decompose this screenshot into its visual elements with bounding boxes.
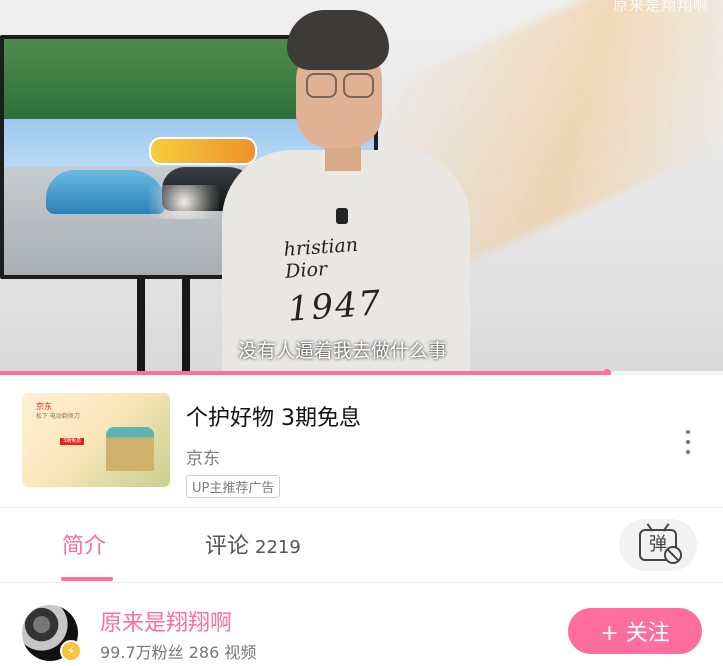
- content-tabs: 简介 评论 2219: [0, 508, 723, 583]
- ad-image-subtitle: 松下 电动剃须刀: [36, 413, 80, 420]
- danmaku-toggle-button[interactable]: 弹: [619, 519, 697, 571]
- video-watermark: 原来是翔翔啊: [612, 0, 709, 14]
- uploader-stats: 99.7万粉丝 286 视频: [100, 643, 257, 662]
- uploader-name[interactable]: 原来是翔翔啊: [100, 605, 232, 637]
- speaker: hristian Dior 1947: [210, 10, 480, 375]
- ad-image-badge: 3期免息: [60, 438, 84, 445]
- sponsored-ad[interactable]: 京东 松下 电动剃须刀 3期免息 个护好物 3期免息 京东 UP主推荐广告: [0, 375, 723, 508]
- verified-icon: ⚡: [60, 640, 82, 662]
- active-tab-indicator: [61, 577, 113, 581]
- danmaku-icon: 弹: [639, 529, 682, 564]
- ad-source: 京东: [186, 449, 220, 469]
- ad-product-image[interactable]: 京东 松下 电动剃须刀 3期免息: [22, 393, 170, 487]
- tab-intro[interactable]: 简介: [62, 528, 106, 560]
- more-options-icon[interactable]: [684, 430, 692, 454]
- speaker-hair: [287, 10, 389, 70]
- comment-count: 2219: [255, 537, 301, 558]
- danmaku-off-icon: [664, 546, 682, 564]
- lapel-microphone: [336, 208, 348, 224]
- ad-title[interactable]: 个护好物 3期免息: [186, 400, 361, 432]
- video-subtitle: 没有人逼着我去做什么事: [238, 340, 448, 362]
- tab-intro-label: 简介: [62, 534, 107, 559]
- ad-tag: UP主推荐广告: [186, 475, 281, 498]
- tv-smoke: [149, 185, 219, 219]
- glasses-icon: [306, 73, 374, 98]
- follow-button[interactable]: + 关注: [568, 608, 702, 654]
- shirt-print-line: hristian Dior: [282, 233, 359, 283]
- tab-comments-label: 评论: [205, 534, 250, 559]
- tv-car-blue: [46, 170, 166, 214]
- tab-comments[interactable]: 评论 2219: [205, 528, 301, 560]
- shirt-print-year: 1947: [286, 283, 384, 330]
- ad-product-art: [106, 427, 154, 471]
- tv-stand-leg: [182, 279, 190, 375]
- tv-stand-leg: [137, 279, 145, 375]
- video-player[interactable]: 原来是翔翔啊 hristian Dior 1947 没有人逼着我去做什么事: [0, 0, 723, 375]
- shirt-print: hristian Dior 1947: [282, 231, 399, 330]
